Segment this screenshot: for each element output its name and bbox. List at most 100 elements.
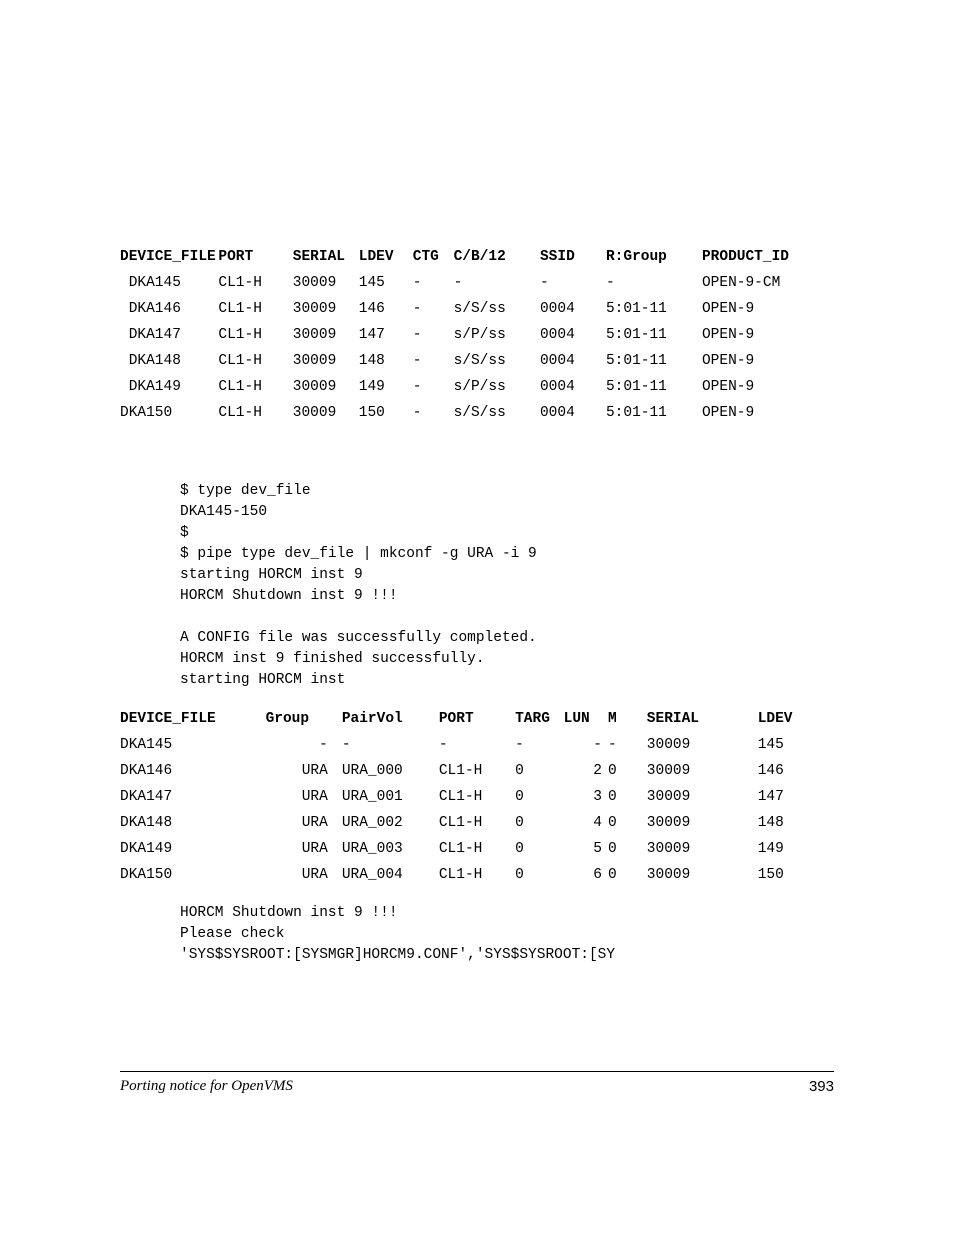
cell: s/S/ss [454,400,540,426]
page-content: DEVICE_FILE PORT SERIAL LDEV CTG C/B/12 … [0,0,954,966]
cell: CL1-H [218,322,292,348]
cell: 30009 [293,296,359,322]
table-row: DKA145------30009145 [120,732,834,758]
cell: DKA149 [120,374,218,400]
cell: 145 [359,270,413,296]
terminal-output-1: $ type dev_file DKA145-150 $ $ pipe type… [180,481,834,691]
cell: 149 [359,374,413,400]
cell: URA [266,810,342,836]
cell: URA_000 [342,758,439,784]
table-row: DKA147URAURA_001CL1-H03030009147 [120,784,834,810]
cell: 0 [515,784,564,810]
col-port: PORT [439,706,515,732]
col-device-file: DEVICE_FILE [120,706,266,732]
col-ssid: SSID [540,244,606,270]
cell: 146 [758,758,834,784]
col-cb12: C/B/12 [454,244,540,270]
cell: 0 [608,836,647,862]
cell: CL1-H [218,296,292,322]
cell: - [540,270,606,296]
cell: OPEN-9 [702,348,834,374]
cell: - [266,732,342,758]
col-lun: LUN [564,706,608,732]
cell: 0 [515,836,564,862]
cell: 147 [758,784,834,810]
cell: CL1-H [218,348,292,374]
cell: 0004 [540,400,606,426]
cell: 150 [758,862,834,888]
cell: DKA149 [120,836,266,862]
cell: CL1-H [439,784,515,810]
cell: CL1-H [439,810,515,836]
cell: 30009 [293,400,359,426]
cell: 5:01-11 [606,322,702,348]
table-row: DKA150URAURA_004CL1-H06030009150 [120,862,834,888]
cell: 0 [515,758,564,784]
cell: 145 [758,732,834,758]
col-m: M [608,706,647,732]
cell: DKA148 [120,810,266,836]
cell: DKA146 [120,758,266,784]
table-header-row: DEVICE_FILE Group PairVol PORT TARG LUN … [120,706,834,732]
cell: 30009 [293,322,359,348]
cell: CL1-H [218,400,292,426]
cell: - [413,348,454,374]
cell: 148 [359,348,413,374]
cell: CL1-H [218,374,292,400]
table-row: DKA150CL1-H30009150-s/S/ss00045:01-11OPE… [120,400,834,426]
cell: 30009 [647,758,758,784]
footer-title: Porting notice for OpenVMS [120,1078,293,1095]
table-row: DKA148CL1-H30009148-s/S/ss00045:01-11OPE… [120,348,834,374]
col-targ: TARG [515,706,564,732]
cell: 0 [608,810,647,836]
col-port: PORT [218,244,292,270]
cell: 0004 [540,348,606,374]
cell: DKA147 [120,322,218,348]
cell: OPEN-9 [702,374,834,400]
cell: s/S/ss [454,348,540,374]
cell: URA [266,836,342,862]
cell: 30009 [647,784,758,810]
cell: 0004 [540,374,606,400]
cell: 149 [758,836,834,862]
cell: URA [266,862,342,888]
cell: 0 [608,784,647,810]
col-device-file: DEVICE_FILE [120,244,218,270]
cell: DKA150 [120,862,266,888]
cell: CL1-H [439,836,515,862]
col-product-id: PRODUCT_ID [702,244,834,270]
cell: OPEN-9 [702,322,834,348]
page-number: 393 [809,1078,834,1095]
cell: - [342,732,439,758]
cell: DKA145 [120,732,266,758]
cell: 146 [359,296,413,322]
cell: URA_004 [342,862,439,888]
table-row: DKA148URAURA_002CL1-H04030009148 [120,810,834,836]
table-header-row: DEVICE_FILE PORT SERIAL LDEV CTG C/B/12 … [120,244,834,270]
table-row: DKA147CL1-H30009147-s/P/ss00045:01-11OPE… [120,322,834,348]
cell: - [608,732,647,758]
cell: - [454,270,540,296]
col-rgroup: R:Group [606,244,702,270]
cell: 0 [515,862,564,888]
cell: - [413,400,454,426]
cell: - [606,270,702,296]
cell: 30009 [647,732,758,758]
col-ldev: LDEV [359,244,413,270]
cell: DKA146 [120,296,218,322]
col-ldev: LDEV [758,706,834,732]
cell: s/S/ss [454,296,540,322]
cell: DKA150 [120,400,218,426]
cell: 30009 [293,348,359,374]
table-row: DKA146URAURA_000CL1-H02030009146 [120,758,834,784]
cell: 30009 [647,836,758,862]
cell: 0 [608,758,647,784]
cell: - [515,732,564,758]
cell: URA_003 [342,836,439,862]
cell: 0004 [540,322,606,348]
cell: - [564,732,608,758]
terminal-output-2: HORCM Shutdown inst 9 !!! Please check '… [180,903,834,966]
cell: 5:01-11 [606,296,702,322]
cell: 0 [608,862,647,888]
cell: 147 [359,322,413,348]
